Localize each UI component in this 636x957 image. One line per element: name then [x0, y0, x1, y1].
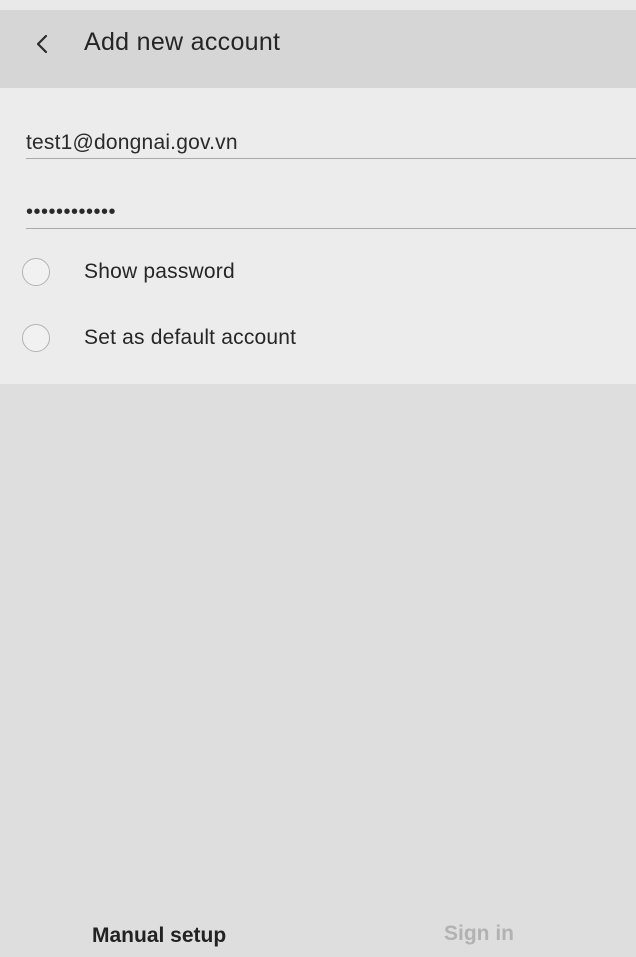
email-field[interactable]: [26, 128, 636, 158]
email-field-wrapper: [26, 128, 636, 159]
account-form: Show password Set as default account: [0, 88, 636, 384]
password-field-wrapper: [26, 196, 636, 229]
show-password-label: Show password: [84, 260, 235, 283]
back-button[interactable]: [22, 24, 62, 64]
status-bar-area: [0, 0, 636, 10]
show-password-option[interactable]: Show password: [22, 254, 235, 290]
chevron-left-icon: [34, 33, 50, 55]
default-account-label: Set as default account: [84, 326, 297, 349]
sign-in-button[interactable]: Sign in: [444, 922, 514, 946]
manual-setup-button[interactable]: Manual setup: [92, 924, 226, 948]
default-account-option[interactable]: Set as default account: [22, 320, 296, 356]
page-title: Add new account: [84, 28, 281, 56]
password-field[interactable]: [26, 196, 636, 228]
show-password-radio[interactable]: [22, 258, 50, 286]
default-account-radio[interactable]: [22, 324, 50, 352]
bottom-action-bar: Manual setup Sign in: [0, 910, 636, 957]
app-header: Add new account: [0, 10, 636, 88]
